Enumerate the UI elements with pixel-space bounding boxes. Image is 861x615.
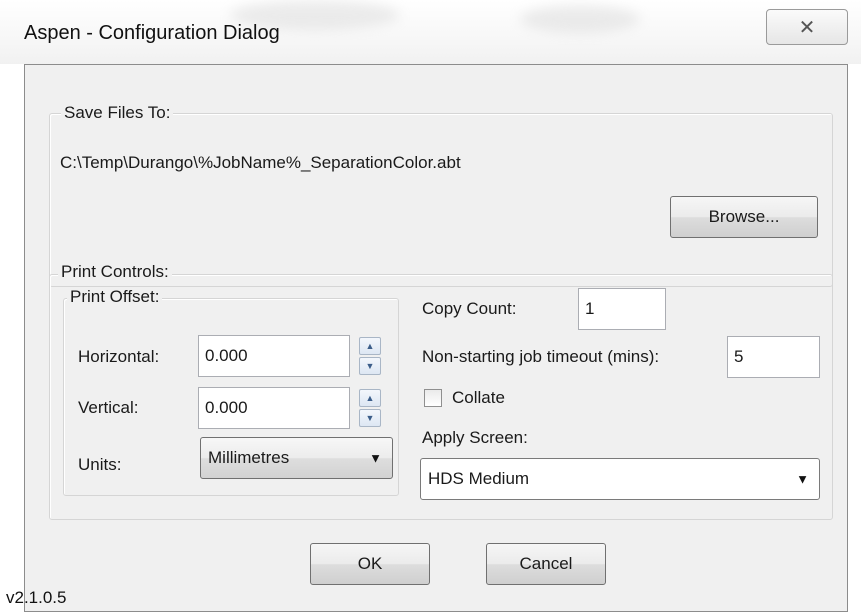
save-path-text: C:\Temp\Durango\%JobName%_SeparationColo… xyxy=(60,153,461,172)
up-arrow-icon[interactable]: ▲ xyxy=(359,389,381,407)
dialog-body: Save Files To: C:\Temp\Durango\%JobName%… xyxy=(6,64,848,612)
units-label: Units: xyxy=(78,455,122,474)
save-files-legend: Save Files To: xyxy=(61,103,174,123)
timeout-value: 5 xyxy=(734,347,744,366)
timeout-label: Non-starting job timeout (mins): xyxy=(422,347,660,366)
vertical-spinner[interactable]: ▲ ▼ xyxy=(359,389,381,427)
collate-label[interactable]: Collate xyxy=(452,388,505,408)
cancel-button[interactable]: Cancel xyxy=(486,543,606,585)
print-offset-legend: Print Offset: xyxy=(67,287,163,307)
apply-screen-value: HDS Medium xyxy=(428,469,530,488)
vertical-value: 0.000 xyxy=(205,398,248,417)
units-value: Millimetres xyxy=(208,448,290,467)
timeout-input[interactable]: 5 xyxy=(727,336,820,378)
chevron-down-icon: ▼ xyxy=(369,450,382,466)
horizontal-input[interactable]: 0.000 xyxy=(198,335,350,377)
copy-count-label: Copy Count: xyxy=(422,299,517,318)
browse-button[interactable]: Browse... xyxy=(670,196,818,238)
collate-checkbox[interactable] xyxy=(424,389,442,407)
vertical-label: Vertical: xyxy=(78,398,139,417)
window-title: Aspen - Configuration Dialog xyxy=(24,22,280,44)
apply-screen-dropdown[interactable]: HDS Medium ▼ xyxy=(420,458,820,500)
apply-screen-label: Apply Screen: xyxy=(422,428,528,447)
up-arrow-icon[interactable]: ▲ xyxy=(359,337,381,355)
down-arrow-icon[interactable]: ▼ xyxy=(359,409,381,427)
print-controls-legend: Print Controls: xyxy=(58,262,172,282)
horizontal-value: 0.000 xyxy=(205,346,248,365)
units-dropdown[interactable]: Millimetres ▼ xyxy=(200,437,393,479)
copy-count-input[interactable]: 1 xyxy=(578,288,666,330)
copy-count-value: 1 xyxy=(585,299,595,318)
title-bar[interactable]: Aspen - Configuration Dialog ✕ xyxy=(0,0,861,64)
version-label: v2.1.0.5 xyxy=(6,588,67,607)
close-button[interactable]: ✕ xyxy=(766,9,848,45)
chevron-down-icon: ▼ xyxy=(796,471,809,487)
close-icon: ✕ xyxy=(798,16,816,39)
down-arrow-icon[interactable]: ▼ xyxy=(359,357,381,375)
vertical-input[interactable]: 0.000 xyxy=(198,387,350,429)
horizontal-spinner[interactable]: ▲ ▼ xyxy=(359,337,381,375)
ok-button[interactable]: OK xyxy=(310,543,430,585)
horizontal-label: Horizontal: xyxy=(78,347,160,366)
